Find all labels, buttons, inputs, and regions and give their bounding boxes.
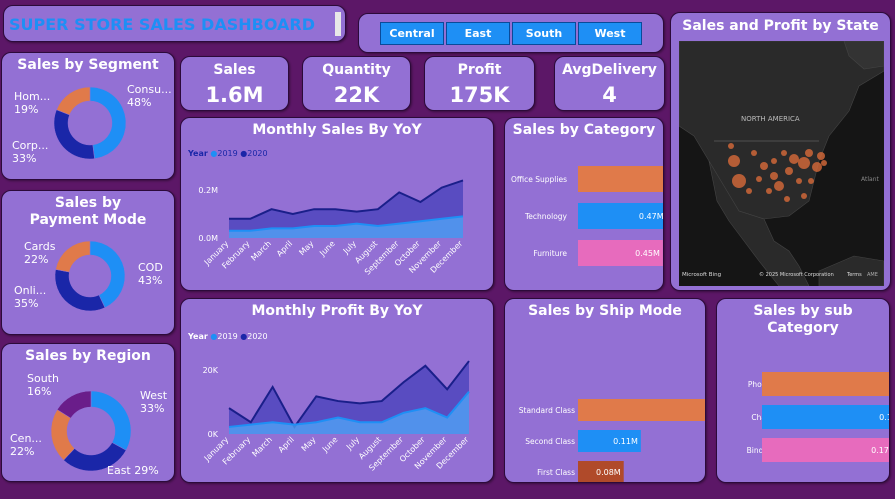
kpi-quantity-value: 22K	[333, 83, 380, 107]
kpi-sales-label: Sales	[213, 62, 256, 78]
slicer-south-button[interactable]: South	[512, 22, 576, 45]
bar-value-label: 0.18M	[879, 413, 890, 422]
payment-label-online: Onli... 35%	[14, 284, 47, 310]
kpi-profit-label: Profit	[457, 62, 502, 78]
donut-slice-online[interactable]	[54, 269, 106, 312]
bar-chairs[interactable]	[762, 405, 890, 429]
payment-label-cod: COD 43%	[138, 261, 163, 287]
dashboard-title: SUPER STORE SALES DASHBOARD	[9, 15, 315, 34]
y-tick-label: 20K	[203, 366, 219, 375]
subcat-card: Sales by sub Category Phones0.20MChairs0…	[716, 298, 890, 483]
map-edge-label: AME	[867, 272, 878, 278]
kpi-avgdelivery-label: AvgDelivery	[562, 62, 657, 78]
segment-label-home-office: Hom... 19%	[14, 90, 51, 116]
payment-card: Sales by Payment Mode COD 43% Onli... 35% …	[1, 190, 175, 335]
map-title: Sales and Profit by State	[682, 18, 879, 34]
slicer-east-button[interactable]: East	[446, 22, 510, 45]
map-copyright: © 2025 Microsoft Corporation	[759, 271, 834, 278]
bar-category-label: First Class	[537, 468, 575, 477]
y-tick-label: 0.2M	[198, 186, 218, 195]
region-label-west: West 33%	[140, 389, 168, 415]
bar-office-supplies[interactable]	[578, 166, 664, 192]
monthly-profit-card: Monthly Profit By YoY Year ●2019 ●2020 0…	[180, 298, 494, 483]
bar-category-label: Standard Class	[519, 406, 575, 415]
state-map[interactable]: NORTH AMERICA Atlant Microsoft Bing © 20…	[679, 41, 884, 286]
monthly-sales-chart[interactable]: 0.0M0.2MJanuaryFebruaryMarch April May June…	[181, 118, 494, 291]
map-bing-logo: Microsoft Bing	[682, 272, 721, 278]
segment-card: Sales by Segment Consu... 48% Corp... 33% …	[1, 52, 175, 180]
bar-category-label: Office Supplies	[511, 175, 567, 184]
monthly-sales-card: Monthly Sales By YoY Year ●2019 ●2020 0.…	[180, 117, 494, 291]
donut-slice-consumer[interactable]	[89, 86, 127, 159]
x-tick-label: May	[297, 239, 315, 257]
subcat-bar-chart[interactable]: Phones0.20MChairs0.18MBinders0.17M	[717, 299, 890, 483]
x-tick-label: March	[250, 435, 274, 459]
segment-label-consumer: Consu... 48%	[127, 83, 172, 109]
region-label-east: East 29%	[107, 464, 159, 477]
category-bar-chart[interactable]: Office Supplies0.64MTechnology0.47MFurni…	[505, 118, 664, 291]
kpi-avgdelivery-card: AvgDelivery 4	[554, 56, 665, 111]
map-label-continent: NORTH AMERICA	[741, 115, 800, 123]
bar-value-label: 0.17M	[871, 446, 890, 455]
segment-label-corporate: Corp... 33%	[12, 139, 49, 165]
title-cursor	[335, 12, 341, 36]
kpi-sales-value: 1.6M	[205, 83, 264, 107]
monthly-profit-chart[interactable]: 0K20KJanuaryFebruaryMarch April May June Jul…	[181, 299, 494, 483]
region-card: Sales by Region West 33% East 29% Cen... 2…	[1, 343, 175, 482]
slicer-central-button[interactable]: Central	[380, 22, 444, 45]
region-label-central: Cen... 22%	[10, 432, 42, 458]
donut-slice-home-office[interactable]	[56, 86, 91, 116]
x-tick-label: April	[275, 239, 294, 258]
map-terms-link[interactable]: Terms	[846, 272, 862, 278]
map-card: Sales and Profit by State NORTH AMERICA …	[670, 12, 891, 291]
title-banner: SUPER STORE SALES DASHBOARD	[3, 5, 346, 42]
bar-category-label: Furniture	[533, 249, 567, 258]
x-tick-label: July	[344, 435, 361, 452]
y-tick-label: 0K	[208, 430, 219, 439]
category-card: Sales by Category Office Supplies0.64MTe…	[504, 117, 664, 291]
region-slicer: Central East South West	[358, 13, 664, 53]
region-label-south: South 16%	[27, 372, 59, 398]
bar-value-label: 0.45M	[635, 249, 660, 258]
kpi-profit-value: 175K	[449, 83, 510, 107]
y-tick-label: 0.0M	[198, 234, 218, 243]
shipmode-bar-chart[interactable]: Standard Class0.33MSecond Class0.11MFirs…	[505, 299, 706, 483]
x-tick-label: July	[341, 239, 358, 256]
bar-phones[interactable]	[762, 372, 890, 396]
payment-label-cards: Cards 22%	[24, 240, 56, 266]
map-label-ocean: Atlant	[861, 176, 879, 183]
bar-value-label: 0.11M	[613, 437, 638, 446]
donut-slice-cards[interactable]	[55, 240, 91, 273]
x-tick-label: June	[320, 435, 339, 454]
x-tick-label: March	[249, 239, 273, 263]
kpi-quantity-card: Quantity 22K	[302, 56, 411, 111]
donut-slice-corporate[interactable]	[53, 109, 95, 160]
x-tick-label: April	[277, 435, 296, 454]
bar-category-label: Technology	[524, 212, 568, 221]
donut-slice-west[interactable]	[90, 390, 132, 451]
bar-value-label: 0.08M	[596, 468, 621, 477]
bar-category-label: Second Class	[525, 437, 575, 446]
kpi-quantity-label: Quantity	[322, 62, 391, 78]
kpi-profit-card: Profit 175K	[424, 56, 535, 111]
kpi-sales-card: Sales 1.6M	[180, 56, 289, 111]
slicer-west-button[interactable]: West	[578, 22, 642, 45]
kpi-avgdelivery-value: 4	[602, 83, 617, 107]
shipmode-card: Sales by Ship Mode Standard Class0.33MSe…	[504, 298, 706, 483]
x-tick-label: May	[300, 435, 318, 453]
bar-standard-class[interactable]	[578, 399, 706, 421]
x-tick-label: June	[317, 239, 336, 258]
bar-value-label: 0.47M	[639, 212, 664, 221]
